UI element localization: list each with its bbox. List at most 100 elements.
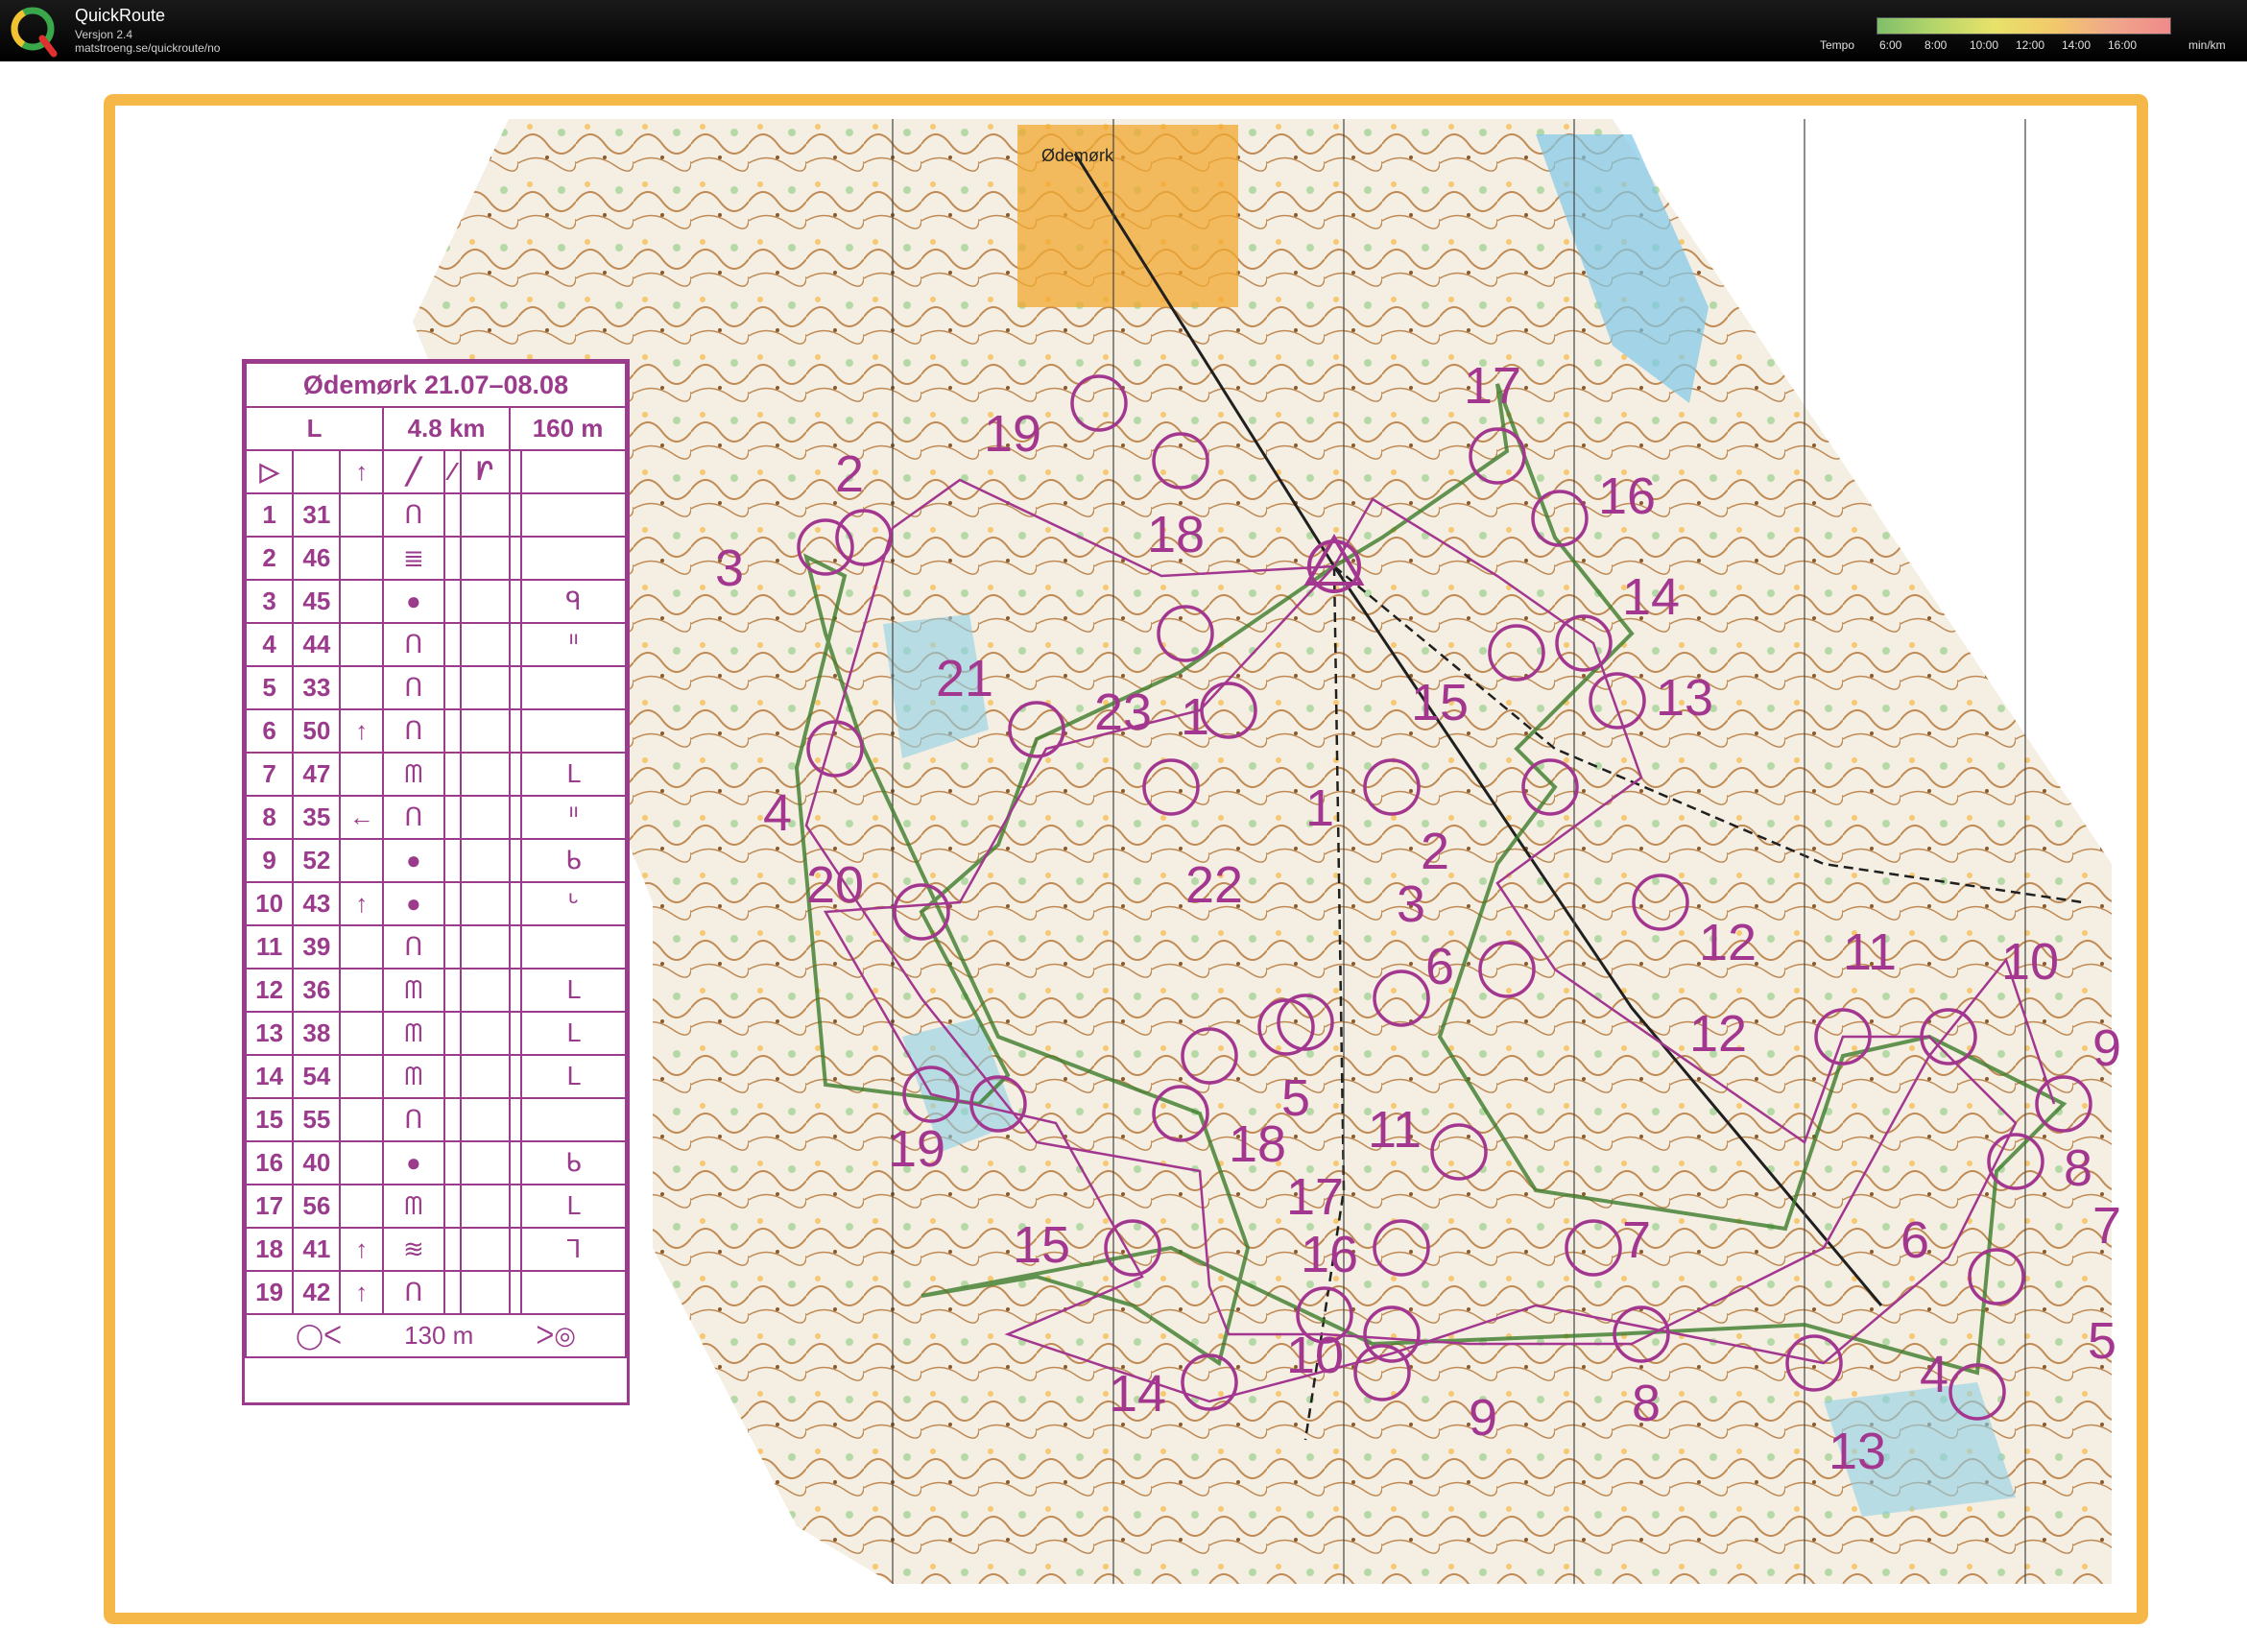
cd-code: 46 bbox=[292, 536, 342, 581]
control-number: 23 bbox=[1094, 683, 1152, 741]
cd-note bbox=[519, 536, 628, 581]
control-number: 4 bbox=[1920, 1346, 1948, 1403]
cd-number: 5 bbox=[244, 665, 295, 710]
control-number: 10 bbox=[2001, 933, 2059, 991]
control-number: 10 bbox=[1286, 1327, 1344, 1384]
cd-number: 2 bbox=[244, 536, 295, 581]
cd-row: 15 55 ᑎ bbox=[244, 1097, 628, 1142]
cd-note: ᑲ bbox=[519, 1140, 628, 1185]
control-number: 3 bbox=[715, 539, 744, 597]
cd-number: 17 bbox=[244, 1184, 295, 1229]
cd-row: 11 39 ᑎ bbox=[244, 924, 628, 970]
control-number: 12 bbox=[1699, 914, 1757, 971]
cd-feature: ᗰ bbox=[382, 1184, 445, 1229]
control-number: 2 bbox=[835, 445, 864, 503]
cd-number: 19 bbox=[244, 1270, 295, 1315]
cd-code: 42 bbox=[292, 1270, 342, 1315]
cd-direction bbox=[339, 968, 385, 1013]
cd-note: ᑊᑊ bbox=[519, 622, 628, 667]
control-number: 7 bbox=[2092, 1197, 2121, 1255]
cd-code: 33 bbox=[292, 665, 342, 710]
cd-note bbox=[519, 924, 628, 970]
cd-feature: ᑎ bbox=[382, 708, 445, 754]
control-number: 18 bbox=[1229, 1115, 1286, 1173]
cd-row: 7 47 ᗰ ᒪ bbox=[244, 752, 628, 797]
cd-note: ᒡ bbox=[519, 881, 628, 926]
cd-direction bbox=[339, 492, 385, 538]
cd-row: 8 35 ← ᑎ ᑊᑊ bbox=[244, 795, 628, 840]
cd-feature: ᑎ bbox=[382, 665, 445, 710]
cd-note: ᒣ bbox=[519, 1227, 628, 1272]
cd-note: ᒪ bbox=[519, 968, 628, 1013]
control-number: 18 bbox=[1147, 506, 1205, 563]
cd-number: 16 bbox=[244, 1140, 295, 1185]
cd-note: ᑫ bbox=[519, 579, 628, 624]
cd-number: 3 bbox=[244, 579, 295, 624]
cd-row: 2 46 ≣ bbox=[244, 536, 628, 581]
cd-direction: ↑ bbox=[339, 708, 385, 754]
cd-direction bbox=[339, 838, 385, 883]
cd-direction bbox=[339, 579, 385, 624]
control-number: 4 bbox=[763, 784, 792, 842]
cd-number: 6 bbox=[244, 708, 295, 754]
control-number: 14 bbox=[1109, 1365, 1166, 1423]
control-number: 11 bbox=[1368, 1101, 1422, 1159]
cd-row: 13 38 ᗰ ᒪ bbox=[244, 1011, 628, 1056]
control-number: 9 bbox=[2092, 1019, 2121, 1077]
cd-note bbox=[519, 1270, 628, 1315]
cd-climb: 160 m bbox=[509, 406, 627, 451]
cd-code: 38 bbox=[292, 1011, 342, 1056]
control-number: 12 bbox=[1689, 1005, 1747, 1063]
cd-finish-distance: 130 m bbox=[404, 1321, 474, 1350]
cd-number: 15 bbox=[244, 1097, 295, 1142]
control-number: 1 bbox=[1305, 779, 1334, 837]
control-number: 9 bbox=[1469, 1389, 1497, 1447]
cd-feature: ᑎ bbox=[382, 795, 445, 840]
cd-code: 45 bbox=[292, 579, 342, 624]
cd-direction bbox=[339, 1054, 385, 1099]
cd-length: 4.8 km bbox=[382, 406, 512, 451]
cd-code: 43 bbox=[292, 881, 342, 926]
cd-code: 52 bbox=[292, 838, 342, 883]
cd-row: 19 42 ↑ ᑎ bbox=[244, 1270, 628, 1315]
cd-direction bbox=[339, 1097, 385, 1142]
cd-row: 10 43 ↑ ● ᒡ bbox=[244, 881, 628, 926]
cd-code: 39 bbox=[292, 924, 342, 970]
cd-feature: ᑎ bbox=[382, 1270, 445, 1315]
cd-note bbox=[519, 708, 628, 754]
cd-feature: ᑎ bbox=[382, 622, 445, 667]
cd-feature: ● bbox=[382, 579, 445, 624]
control-number: 1 bbox=[1181, 688, 1209, 746]
cd-number: 7 bbox=[244, 752, 295, 797]
cd-code: 35 bbox=[292, 795, 342, 840]
cd-note: ᒪ bbox=[519, 1011, 628, 1056]
cd-direction bbox=[339, 1140, 385, 1185]
cd-note: ᑲ bbox=[519, 838, 628, 883]
cd-feature: ᗰ bbox=[382, 752, 445, 797]
cd-row: 16 40 ● ᑲ bbox=[244, 1140, 628, 1185]
cd-code: 54 bbox=[292, 1054, 342, 1099]
cd-code: 55 bbox=[292, 1097, 342, 1142]
control-number: 6 bbox=[1900, 1211, 1929, 1269]
cd-feature: ● bbox=[382, 838, 445, 883]
cd-code: 50 bbox=[292, 708, 342, 754]
control-description-sheet: Ødemørk 21.07–08.08 L 4.8 km 160 m ▷ ↑ ╱ ⁄… bbox=[242, 359, 630, 1405]
cd-code: 41 bbox=[292, 1227, 342, 1272]
cd-note: ᒪ bbox=[519, 752, 628, 797]
cd-feature: ≣ bbox=[382, 536, 445, 581]
control-number: 13 bbox=[1829, 1423, 1886, 1480]
cd-feature: ● bbox=[382, 881, 445, 926]
cd-direction: ↑ bbox=[339, 1227, 385, 1272]
cd-note bbox=[519, 1097, 628, 1142]
cd-finish: ◯ᐸ 130 m ᐳ◎ bbox=[245, 1313, 627, 1358]
cd-number: 11 bbox=[244, 924, 295, 970]
cd-direction bbox=[339, 924, 385, 970]
cd-number: 9 bbox=[244, 838, 295, 883]
control-number: 15 bbox=[1411, 674, 1469, 731]
cd-row: 4 44 ᑎ ᑊᑊ bbox=[244, 622, 628, 667]
cd-direction bbox=[339, 622, 385, 667]
control-number: 21 bbox=[936, 650, 993, 707]
cd-row: 9 52 ● ᑲ bbox=[244, 838, 628, 883]
control-number: 13 bbox=[1656, 669, 1713, 727]
cd-row: 5 33 ᑎ bbox=[244, 665, 628, 710]
